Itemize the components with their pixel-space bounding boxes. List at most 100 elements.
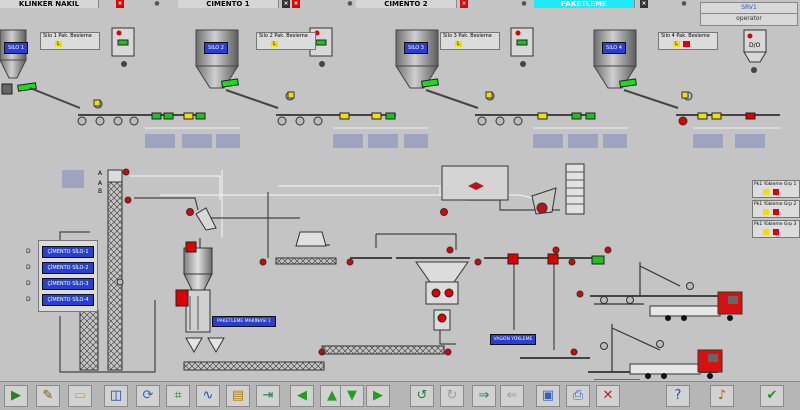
forward-icon: ⇒: [478, 388, 490, 403]
tab-klinker-nakil[interactable]: KLINKER NAKIL: [0, 0, 99, 8]
feed-panel-1[interactable]: Silo 1 Pak. Besleme L: [40, 32, 100, 50]
screen-tabs: KLINKER NAKIL × ● CIMENTO 1 × × ● CIMENT…: [0, 0, 800, 8]
packing-machine-label[interactable]: PAKETLEME MAKİNASI 1: [212, 316, 276, 327]
feed-alarm-icon-4: [683, 41, 690, 47]
loading-group-3[interactable]: Pk1 Yükleme Grp 3: [752, 220, 800, 238]
refresh-button[interactable]: ⟳: [136, 385, 160, 407]
silo-list-item-2[interactable]: ÇİMENTO SİLO-2: [42, 262, 94, 274]
tab-cimento-2[interactable]: CIMENTO 2: [356, 0, 457, 8]
feed-badge-1: L: [55, 41, 62, 47]
doc-button[interactable]: ▤: [226, 385, 250, 407]
help-button[interactable]: ?: [666, 385, 690, 407]
arrow-right-icon: ▶: [373, 388, 383, 403]
silo-list-item-1[interactable]: ÇİMENTO SİLO-1: [42, 246, 94, 258]
feed-panel-3[interactable]: Silo 3 Pak. Besleme L: [440, 32, 500, 50]
arrow-right-button[interactable]: ▶: [366, 385, 390, 407]
tools-button[interactable]: ✎: [36, 385, 60, 407]
confirm-button[interactable]: ✔: [760, 385, 784, 407]
feed-label-4: Silo 4 Pak. Besleme: [661, 33, 710, 39]
confirm-icon: ✔: [766, 388, 778, 403]
tab-stop-icon-4: ×: [640, 0, 648, 8]
silo-label-2[interactable]: SILO 2: [204, 42, 228, 54]
feed-panel-4[interactable]: Silo 4 Pak. Besleme L: [658, 32, 718, 50]
forward-button[interactable]: ⇒: [472, 385, 496, 407]
back-button[interactable]: ⇐: [500, 385, 524, 407]
print-button[interactable]: ⎙: [566, 385, 590, 407]
silo-3-unit: [395, 29, 439, 89]
folder-button[interactable]: ▭: [68, 385, 92, 407]
chart-button[interactable]: ⌗: [166, 385, 190, 407]
feed-panel-2[interactable]: Silo 2 Pak. Besleme L: [256, 32, 316, 50]
silo-label-3[interactable]: SILO 3: [404, 42, 428, 54]
silo-mark-1: D: [26, 248, 31, 255]
screens-icon: ▣: [541, 388, 555, 403]
report-button[interactable]: ◫: [104, 385, 128, 407]
arrow-up-icon: ▲: [327, 388, 337, 403]
silo-1-unit: [0, 29, 37, 95]
elevator-mark-a: A: [98, 170, 103, 177]
silo-2-unit: [195, 29, 239, 89]
folder-icon: ▭: [73, 388, 87, 403]
feed-label-1: Silo 1 Pak. Besleme: [43, 33, 92, 39]
play-icon: ▶: [11, 388, 21, 403]
doc-icon: ▤: [231, 388, 245, 403]
tab-cimento-1[interactable]: CIMENTO 1: [178, 0, 279, 8]
silo-4-unit: [593, 29, 637, 89]
trend-icon: ∿: [202, 388, 214, 403]
user-panel: SRV1 operator: [700, 2, 798, 26]
arrow-down-icon: ▼: [347, 388, 357, 403]
sound-button[interactable]: ♪: [710, 385, 734, 407]
arrow-down-button[interactable]: ▼: [340, 385, 364, 407]
redo-button[interactable]: ↻: [440, 385, 464, 407]
tab-ok-icon: ●: [154, 0, 160, 7]
print-icon: ⎙: [572, 388, 584, 403]
trend-button[interactable]: ∿: [196, 385, 220, 407]
silo-list-item-3[interactable]: ÇİMENTO SİLO-3: [42, 278, 94, 290]
tab-ok-icon-2: ●: [347, 0, 353, 7]
dxd-label: D/O: [749, 42, 761, 49]
tab-paketleme[interactable]: PAKETLEME: [534, 0, 635, 8]
loading-group-label-2: Pk1 Yükleme Grp 2: [754, 202, 797, 207]
delete-button[interactable]: ✕: [596, 385, 620, 407]
undo-icon: ↺: [416, 388, 428, 403]
arrow-left-button[interactable]: ◀: [290, 385, 314, 407]
arrow-left-icon: ◀: [297, 388, 307, 403]
loading-group-alarm-icon-1: [773, 189, 779, 195]
tab-alarm-icon: ×: [116, 0, 124, 8]
silo-label-1[interactable]: SILO 1: [4, 42, 28, 54]
play-button[interactable]: ▶: [4, 385, 28, 407]
process-mimic: KLINKER NAKIL × ● CIMENTO 1 × × ● CIMENT…: [0, 0, 800, 380]
silo-mark-2: D: [26, 264, 31, 271]
silo-label-4[interactable]: SILO 4: [602, 42, 626, 54]
delete-icon: ✕: [602, 388, 614, 403]
tab-alarm-icon-2: ×: [292, 0, 300, 8]
feed-label-3: Silo 3 Pak. Besleme: [443, 33, 492, 39]
loading-group-label-3: Pk1 Yükleme Grp 3: [754, 222, 797, 227]
loading-group-alarm-icon-2: [773, 209, 779, 215]
undo-button[interactable]: ↺: [410, 385, 434, 407]
silo-list-item-4[interactable]: ÇİMENTO SİLO-4: [42, 294, 94, 306]
loading-group-2[interactable]: Pk1 Yükleme Grp 2: [752, 200, 800, 218]
silo-mark-3: D: [26, 280, 31, 287]
report-icon: ◫: [109, 388, 123, 403]
tab-ok-icon-4: ●: [681, 0, 687, 7]
elevator-mark-a2: A: [98, 180, 103, 187]
tab-alarm-icon-3: ×: [460, 0, 468, 8]
wagon-loading-label[interactable]: VAGON YÜKLEME: [490, 334, 536, 345]
refresh-icon: ⟳: [142, 388, 154, 403]
loading-group-badge-1: [763, 189, 769, 195]
server-name: SRV1: [701, 3, 797, 14]
tab-stop-icon: ×: [282, 0, 290, 8]
tab-ok-icon-3: ●: [521, 0, 527, 7]
export-icon: ⇥: [262, 388, 274, 403]
tools-icon: ✎: [42, 388, 54, 403]
silo-mark-4: D: [26, 296, 31, 303]
packer-tank: [175, 241, 213, 333]
sound-icon: ♪: [717, 388, 727, 403]
elevator-mark-b: B: [98, 188, 103, 195]
feed-label-2: Silo 2 Pak. Besleme: [259, 33, 308, 39]
loading-group-1[interactable]: Pk1 Yükleme Grp 1: [752, 180, 800, 198]
screens-button[interactable]: ▣: [536, 385, 560, 407]
loading-group-label-1: Pk1 Yükleme Grp 1: [754, 182, 797, 187]
export-button[interactable]: ⇥: [256, 385, 280, 407]
